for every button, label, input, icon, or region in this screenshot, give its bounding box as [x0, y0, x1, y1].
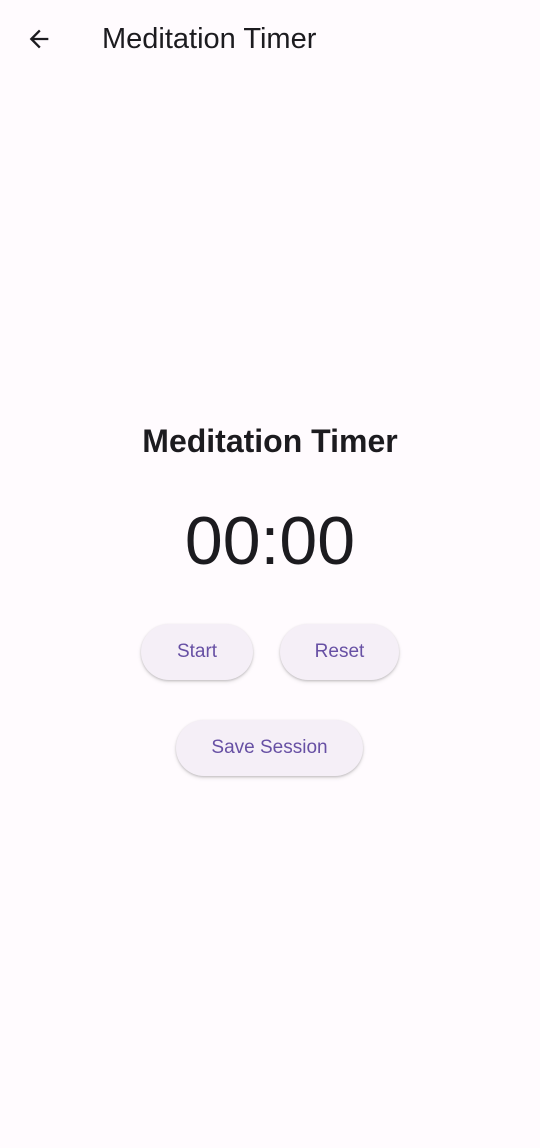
save-session-button[interactable]: Save Session — [176, 720, 363, 776]
meditation-timer-screen: Meditation Timer Meditation Timer 00:00 … — [0, 0, 540, 1148]
app-bar-title: Meditation Timer — [102, 23, 317, 55]
back-button[interactable] — [14, 14, 64, 64]
arrow-back-icon — [25, 25, 53, 53]
start-button[interactable]: Start — [141, 624, 253, 680]
timer-display: 00:00 — [184, 503, 356, 579]
page-title: Meditation Timer — [142, 423, 398, 459]
reset-button[interactable]: Reset — [280, 624, 399, 680]
top-app-bar: Meditation Timer — [0, 0, 540, 78]
